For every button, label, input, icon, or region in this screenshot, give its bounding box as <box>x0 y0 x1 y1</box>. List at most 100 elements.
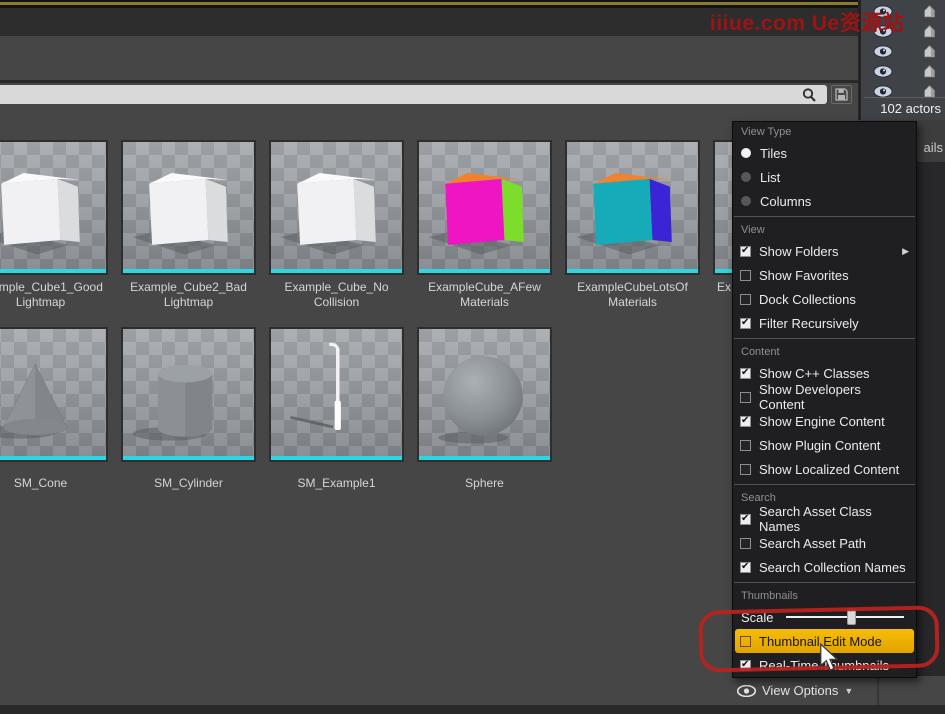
view-options-menu: View Type Tiles List Columns View Show F… <box>732 121 917 678</box>
menu-item-label: Show Developers Content <box>759 382 909 412</box>
asset-thumbnail <box>0 327 108 462</box>
menu-separator <box>734 582 915 583</box>
menu-item-show-localized-content[interactable]: Show Localized Content <box>733 457 916 481</box>
checkbox-icon <box>740 562 751 573</box>
asset-label: Example_Cube_No Collision <box>269 280 404 310</box>
menu-item-search-asset-class-names[interactable]: Search Asset Class Names <box>733 507 916 531</box>
menu-item-search-collection-names[interactable]: Search Collection Names <box>733 555 916 579</box>
menu-item-show-folders[interactable]: Show Folders ▶ <box>733 239 916 263</box>
asset-tile[interactable]: ExampleCubeLotsOf Materials <box>565 140 700 310</box>
asset-label: Example_Cube2_Bad Lightmap <box>121 280 256 310</box>
menu-item-dock-collections[interactable]: Dock Collections <box>733 287 916 311</box>
asset-label: SM_Example1 <box>269 476 404 491</box>
cube-preview <box>0 142 106 273</box>
cube-preview <box>123 142 254 273</box>
menu-item-label: Filter Recursively <box>759 316 859 331</box>
checkbox-icon <box>740 416 751 427</box>
menu-item-list[interactable]: List <box>733 165 916 189</box>
menu-separator <box>734 484 915 485</box>
menu-item-label: Dock Collections <box>759 292 856 307</box>
asset-tile[interactable]: Example_Cube_No Collision <box>269 140 404 310</box>
house-icon <box>922 81 937 101</box>
outliner-separator <box>864 97 945 98</box>
menu-item-label: Show Folders <box>759 244 838 259</box>
actor-type-column <box>922 1 937 101</box>
asset-tile[interactable]: Sphere <box>417 327 552 491</box>
asset-type-color-bar <box>123 269 254 273</box>
checkbox-icon <box>740 368 751 379</box>
view-options-label: View Options <box>762 683 838 698</box>
checkbox-icon <box>740 392 751 403</box>
window-bottom-strip <box>0 705 945 714</box>
menu-item-label: Search Asset Path <box>759 536 866 551</box>
floppy-disk-icon <box>835 88 848 101</box>
search-icon <box>801 87 817 103</box>
menu-item-show-plugin-content[interactable]: Show Plugin Content <box>733 433 916 457</box>
menu-item-tiles[interactable]: Tiles <box>733 141 916 165</box>
asset-thumbnail <box>417 327 552 462</box>
checkbox-icon <box>740 464 751 475</box>
checkbox-icon <box>740 514 751 525</box>
search-input[interactable] <box>0 85 827 104</box>
eye-icon[interactable] <box>873 61 893 81</box>
menu-item-show-developers-content[interactable]: Show Developers Content <box>733 385 916 409</box>
menu-item-columns[interactable]: Columns <box>733 189 916 213</box>
asset-type-color-bar <box>123 456 254 460</box>
asset-thumbnail <box>417 140 552 275</box>
asset-tile[interactable]: SM_Cone <box>0 327 108 491</box>
asset-thumbnail <box>121 140 256 275</box>
house-icon <box>922 61 937 81</box>
menu-separator <box>734 338 915 339</box>
asset-tile[interactable]: SM_Example1 <box>269 327 404 491</box>
cube-preview <box>567 142 698 273</box>
menu-item-show-favorites[interactable]: Show Favorites <box>733 263 916 287</box>
asset-thumbnail <box>269 327 404 462</box>
footer-divider <box>877 676 879 705</box>
menu-item-show-engine-content[interactable]: Show Engine Content <box>733 409 916 433</box>
details-tab[interactable]: ails <box>923 140 943 155</box>
radio-icon <box>741 172 751 182</box>
asset-tile[interactable]: ExampleCube_AFew Materials <box>417 140 552 310</box>
sphere-preview <box>419 329 550 460</box>
asset-tile[interactable]: Example_Cube1_Good Lightmap <box>0 140 108 310</box>
save-search-button[interactable] <box>831 85 852 104</box>
house-icon <box>922 41 937 61</box>
asset-type-color-bar <box>419 269 550 273</box>
checkbox-icon <box>740 440 751 451</box>
viewport-selection-outline <box>0 2 858 5</box>
eye-icon[interactable] <box>873 81 893 101</box>
asset-label: Sphere <box>417 476 552 491</box>
view-options-button[interactable]: View Options ▼ <box>732 676 853 705</box>
menu-item-label: Columns <box>760 194 811 209</box>
menu-item-label: Show C++ Classes <box>759 366 870 381</box>
menu-section-header: Content <box>733 342 916 361</box>
menu-section-header: View <box>733 220 916 239</box>
eye-icon <box>737 685 756 697</box>
checkbox-icon <box>740 246 751 257</box>
actor-count-label: 102 actors <box>880 101 941 116</box>
chevron-down-icon: ▼ <box>844 686 853 696</box>
asset-label: ExampleCube_AFew Materials <box>417 280 552 310</box>
menu-item-label: Search Collection Names <box>759 560 906 575</box>
asset-thumbnail <box>0 140 108 275</box>
asset-label: SM_Cone <box>0 476 108 491</box>
menu-section-header: View Type <box>733 122 916 141</box>
asset-thumbnail <box>121 327 256 462</box>
menu-item-search-asset-path[interactable]: Search Asset Path <box>733 531 916 555</box>
pole-preview <box>271 329 402 460</box>
menu-item-filter-recursively[interactable]: Filter Recursively <box>733 311 916 335</box>
asset-tile[interactable]: SM_Cylinder <box>121 327 256 491</box>
cone-preview <box>0 329 106 460</box>
eye-icon[interactable] <box>873 41 893 61</box>
asset-grid-row-2: SM_Cone SM_Cylinder <box>0 327 552 491</box>
checkbox-icon <box>740 270 751 281</box>
asset-label: ExampleCubeLotsOf Materials <box>565 280 700 310</box>
asset-thumbnail <box>565 140 700 275</box>
asset-tile[interactable]: Example_Cube2_Bad Lightmap <box>121 140 256 310</box>
asset-thumbnail <box>269 140 404 275</box>
asset-type-color-bar <box>567 269 698 273</box>
content-browser-toolbar <box>0 36 858 80</box>
menu-item-label: List <box>760 170 780 185</box>
asset-type-color-bar <box>0 456 106 460</box>
menu-item-label: Search Asset Class Names <box>759 504 909 534</box>
